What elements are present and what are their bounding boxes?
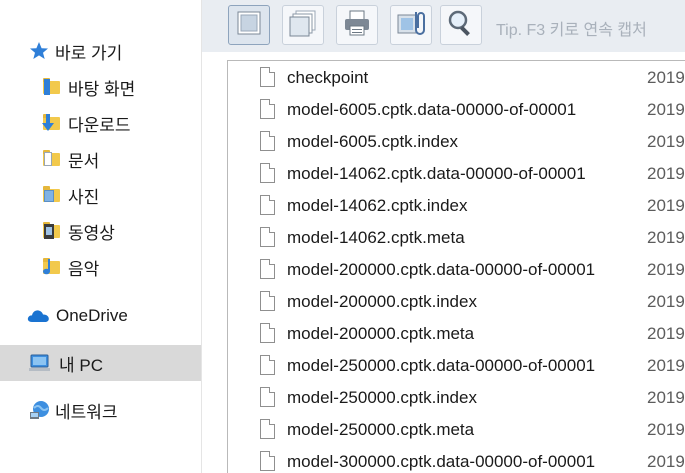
nav-this-pc[interactable]: 내 PC (0, 345, 201, 381)
nav-pictures[interactable]: 사진 (0, 178, 201, 212)
file-row[interactable]: model-300000.cptk.data-00000-of-00001 201… (228, 446, 685, 473)
file-row[interactable]: model-6005.cptk.index 2019 (228, 126, 685, 158)
file-name: model-14062.cptk.index (287, 196, 468, 215)
file-name: model-250000.cptk.data-00000-of-00001 (287, 356, 596, 375)
nav-videos-label: 동영상 (68, 223, 115, 243)
file-icon (260, 451, 275, 471)
file-row[interactable]: model-14062.cptk.index 2019 (228, 190, 685, 222)
nav-quick-access[interactable]: 바로 가기 (0, 34, 201, 68)
file-icon (260, 67, 275, 87)
file-date: 2019 (647, 260, 685, 279)
file-row[interactable]: model-250000.cptk.meta 2019 (228, 414, 685, 446)
navigation-pane: 바로 가기 바탕 화면 다운로드 문서 사진 동영상 음악 OneDrive 내… (0, 0, 201, 473)
clipboard-button[interactable] (390, 5, 432, 45)
file-name: model-14062.cptk.data-00000-of-00001 (287, 164, 586, 183)
file-icon (260, 387, 275, 407)
file-date: 2019 (647, 292, 685, 311)
magnifier-icon (446, 8, 476, 43)
music-folder-icon (42, 257, 62, 277)
file-row[interactable]: checkpoint 2019 (228, 62, 685, 94)
file-icon (260, 163, 275, 183)
file-date: 2019 (647, 196, 685, 215)
file-row[interactable]: model-200000.cptk.meta 2019 (228, 318, 685, 350)
file-row[interactable]: model-14062.cptk.data-00000-of-00001 2019 (228, 158, 685, 190)
file-date: 2019 (647, 388, 685, 407)
capture-window-icon (235, 9, 263, 42)
file-icon (260, 195, 275, 215)
zoom-button[interactable] (440, 5, 482, 45)
file-icon (260, 227, 275, 247)
file-name: model-14062.cptk.meta (287, 228, 465, 247)
capture-window-button[interactable] (228, 5, 270, 45)
download-folder-icon (42, 113, 62, 133)
file-row[interactable]: model-250000.cptk.index 2019 (228, 382, 685, 414)
file-date: 2019 (647, 68, 685, 87)
capture-multi-button[interactable] (282, 5, 324, 45)
nav-downloads-label: 다운로드 (68, 115, 131, 135)
toolbar-tip: Tip. F3 키로 연속 캡처 (496, 22, 647, 39)
computer-icon (29, 353, 50, 373)
nav-downloads[interactable]: 다운로드 (0, 106, 201, 140)
file-icon (260, 323, 275, 343)
file-date: 2019 (647, 324, 685, 343)
capture-toolbar: Tip. F3 키로 연속 캡처 (202, 0, 685, 52)
file-row[interactable]: model-200000.cptk.index 2019 (228, 286, 685, 318)
clipboard-icon (396, 8, 426, 43)
nav-pictures-label: 사진 (68, 187, 100, 207)
file-row[interactable]: model-250000.cptk.data-00000-of-00001 201… (228, 350, 685, 382)
nav-network-label: 네트워크 (55, 402, 118, 422)
file-icon (260, 419, 275, 439)
videos-folder-icon (42, 221, 62, 241)
file-date: 2019 (647, 132, 685, 151)
file-name: model-200000.cptk.meta (287, 324, 475, 343)
file-row[interactable]: model-14062.cptk.meta 2019 (228, 222, 685, 254)
file-icon (260, 291, 275, 311)
nav-onedrive[interactable]: OneDrive (0, 299, 201, 333)
nav-documents-label: 문서 (68, 151, 100, 171)
file-row[interactable]: model-6005.cptk.data-00000-of-00001 2019 (228, 94, 685, 126)
file-date: 2019 (647, 420, 685, 439)
network-icon (29, 400, 49, 420)
file-list: checkpoint 2019 model-6005.cptk.data-00000… (227, 60, 685, 473)
file-date: 2019 (647, 356, 685, 375)
star-icon (29, 41, 49, 61)
nav-onedrive-label: OneDrive (56, 306, 128, 325)
capture-multi-icon (288, 8, 318, 43)
file-name: model-250000.cptk.index (287, 388, 477, 407)
pictures-folder-icon (42, 185, 62, 205)
nav-desktop[interactable]: 바탕 화면 (0, 70, 201, 104)
file-date: 2019 (647, 100, 685, 119)
file-icon (260, 99, 275, 119)
print-button[interactable] (336, 5, 378, 45)
file-icon (260, 131, 275, 151)
pane-divider[interactable] (201, 0, 202, 473)
file-icon (260, 259, 275, 279)
nav-music[interactable]: 음악 (0, 250, 201, 284)
file-name: model-300000.cptk.data-00000-of-00001 (287, 452, 596, 471)
nav-quick-access-label: 바로 가기 (55, 43, 123, 63)
nav-music-label: 음악 (68, 259, 100, 279)
desktop-folder-icon (42, 77, 62, 97)
file-name: model-6005.cptk.index (287, 132, 459, 151)
file-icon (260, 355, 275, 375)
file-name: model-200000.cptk.data-00000-of-00001 (287, 260, 596, 279)
nav-this-pc-label: 내 PC (59, 355, 103, 375)
file-date: 2019 (647, 228, 685, 247)
nav-desktop-label: 바탕 화면 (68, 79, 136, 99)
file-name: model-250000.cptk.meta (287, 420, 475, 439)
file-row[interactable]: model-200000.cptk.data-00000-of-00001 201… (228, 254, 685, 286)
file-name: model-200000.cptk.index (287, 292, 477, 311)
file-name: checkpoint (287, 68, 369, 87)
cloud-icon (26, 306, 50, 326)
file-date: 2019 (647, 452, 685, 471)
nav-documents[interactable]: 문서 (0, 142, 201, 176)
file-date: 2019 (647, 164, 685, 183)
nav-network[interactable]: 네트워크 (0, 393, 201, 427)
print-icon (342, 8, 372, 43)
file-name: model-6005.cptk.data-00000-of-00001 (287, 100, 577, 119)
documents-folder-icon (42, 149, 62, 169)
nav-videos[interactable]: 동영상 (0, 214, 201, 248)
